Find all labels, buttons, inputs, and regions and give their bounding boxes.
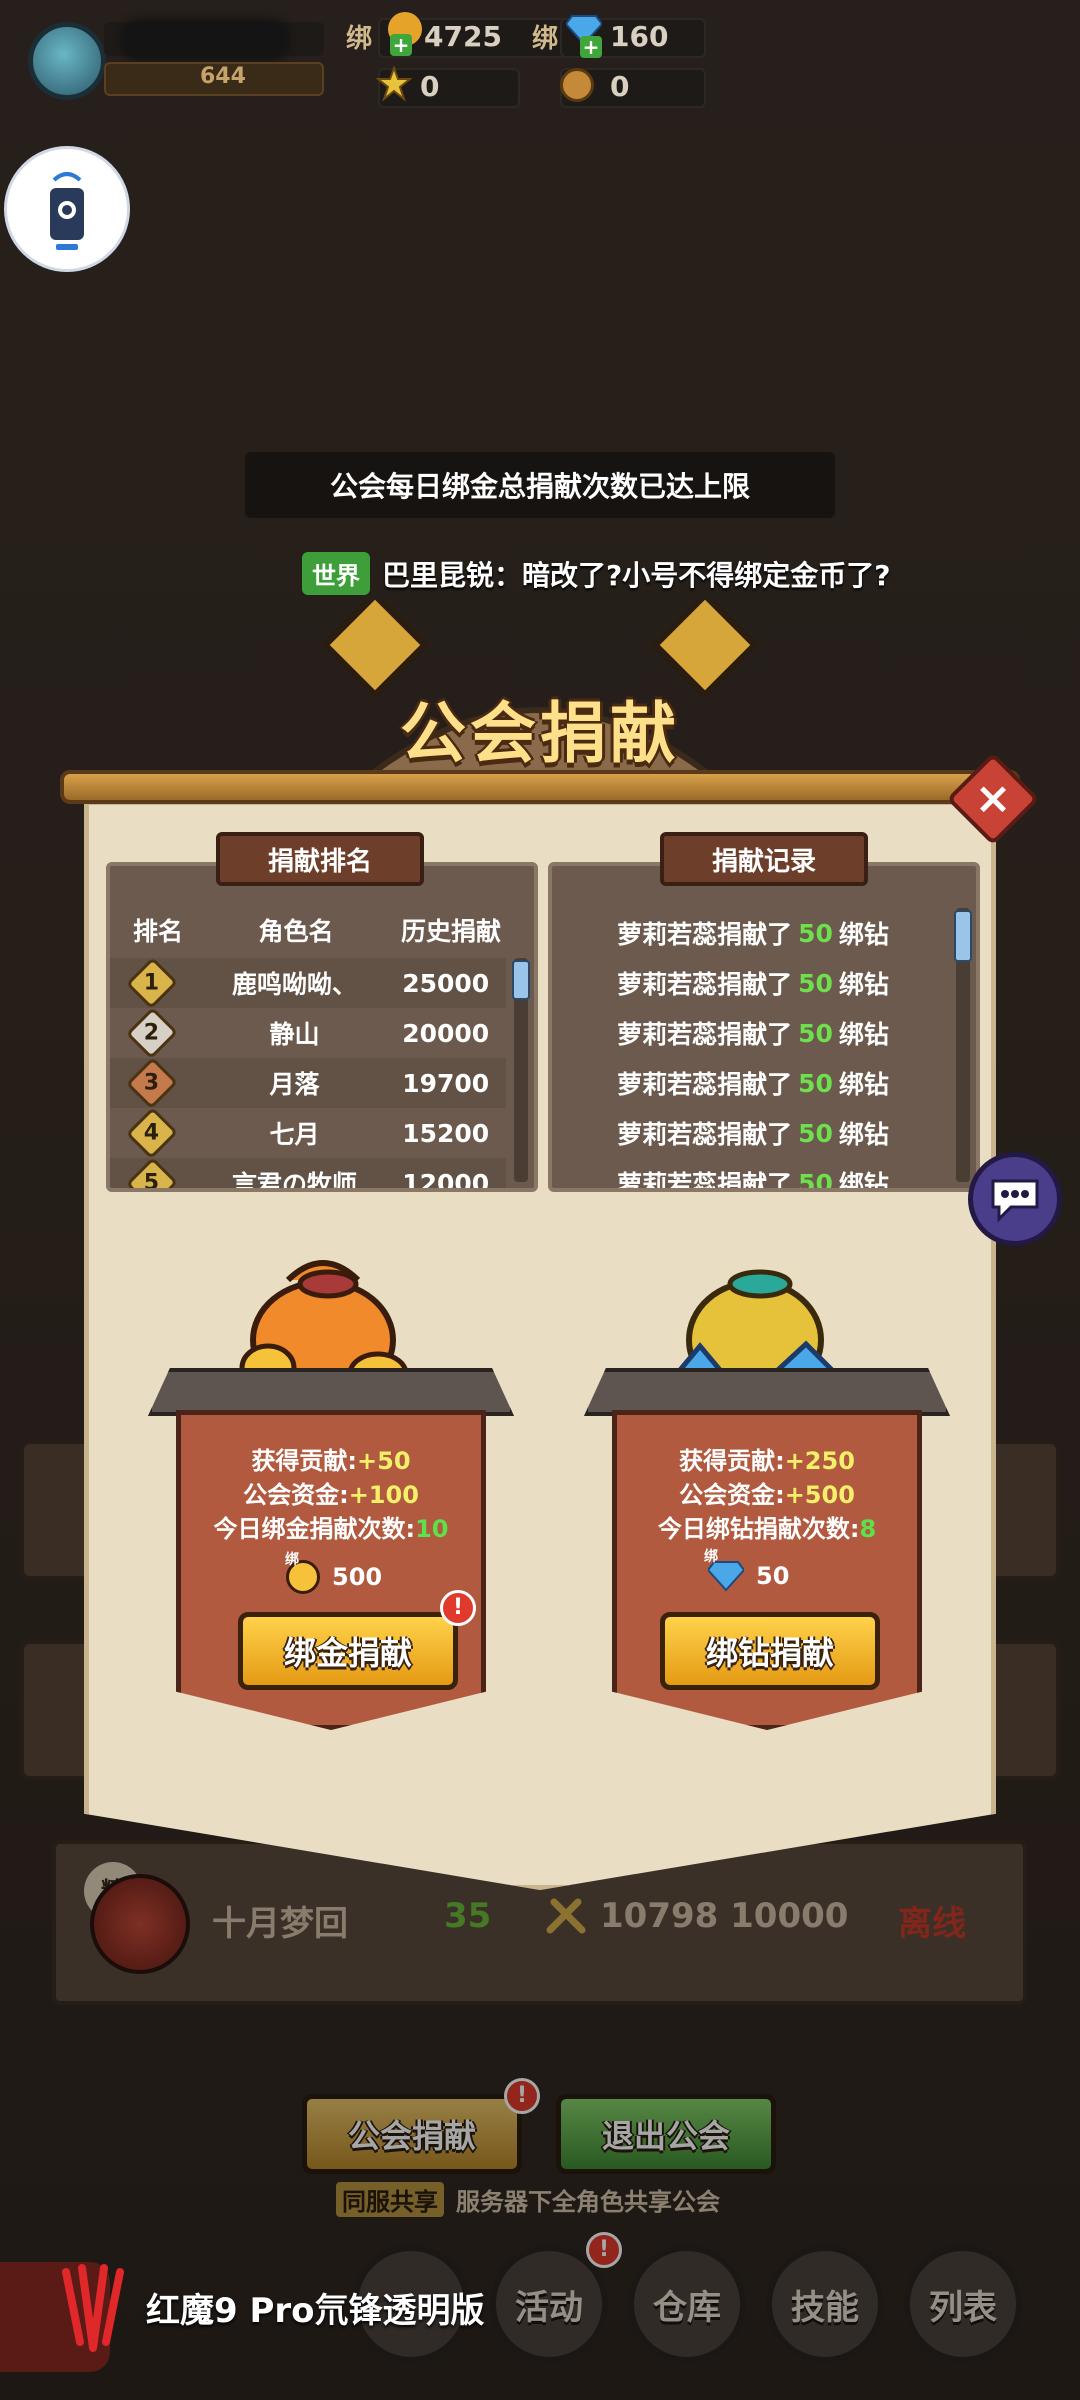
gold-cost-value: 500 bbox=[332, 1563, 383, 1591]
rank-badge: 2 bbox=[125, 1006, 178, 1060]
star-value: 0 bbox=[420, 70, 440, 103]
player-name-redacted bbox=[120, 18, 290, 62]
rank-value: 15200 bbox=[402, 1118, 490, 1148]
rank-badge: 4 bbox=[125, 1106, 178, 1160]
rank-badge: 5 bbox=[125, 1156, 178, 1188]
ranking-scroll-thumb[interactable] bbox=[512, 960, 530, 1000]
ranking-box: 排名 角色名 历史捐献 1 鹿鸣呦呦、 25000 2 静山 20000 3 月… bbox=[106, 862, 538, 1192]
star-icon bbox=[375, 65, 413, 102]
record-row: 萝莉若蕊捐献了 50 绑钻 bbox=[617, 918, 889, 950]
ranking-row: 1 鹿鸣呦呦、 25000 bbox=[110, 956, 506, 1010]
remote-icon bbox=[50, 172, 84, 250]
col-name: 角色名 bbox=[258, 917, 334, 946]
token-icon bbox=[560, 68, 594, 102]
device-watermark: 红魔9 Pro氘锋透明版 bbox=[60, 2262, 485, 2352]
world-chat-message[interactable]: 世界 巴里昆锐：暗改了?小号不得绑定金币了? bbox=[302, 552, 891, 595]
add-diamond-button[interactable]: + bbox=[580, 36, 602, 58]
watermark-text: 红魔9 Pro氘锋透明版 bbox=[146, 2290, 485, 2331]
gold-info: 获得贡献:+50 公会资金:+100 今日绑金捐献次数:10 bbox=[213, 1447, 449, 1543]
ranking-header: 捐献排名 bbox=[216, 832, 424, 886]
chat-icon bbox=[991, 1179, 1039, 1223]
bound-diamond-value: 160 bbox=[610, 20, 669, 53]
col-rank: 排名 bbox=[132, 917, 183, 946]
diamond-stand-top bbox=[584, 1368, 950, 1416]
gold-donate-button[interactable]: 绑金捐献 bbox=[238, 1612, 458, 1690]
gold-cost: 绑 500 bbox=[285, 1552, 383, 1594]
record-row: 萝莉若蕊捐献了 50 绑钻 bbox=[617, 1018, 889, 1050]
diamond-cost: 绑 50 bbox=[704, 1549, 790, 1592]
world-chat-tag: 世界 bbox=[302, 552, 370, 595]
rank-value: 25000 bbox=[402, 968, 490, 998]
limit-toast: 公会每日绑金总捐献次数已达上限 bbox=[245, 452, 835, 518]
rank-name: 月落 bbox=[269, 1070, 320, 1099]
close-icon: × bbox=[974, 773, 1012, 824]
gold-stand-top bbox=[148, 1368, 514, 1416]
ranking-row: 3 月落 19700 bbox=[110, 1056, 506, 1110]
ranking-row: 5 言君の牧师 12000 bbox=[110, 1156, 506, 1192]
panel-top-rod bbox=[60, 770, 1020, 804]
diamond-icon: 绑 bbox=[704, 1549, 746, 1592]
rank-name: 七月 bbox=[269, 1120, 320, 1149]
ranking-columns: 排名 角色名 历史捐献 bbox=[110, 912, 534, 956]
rank-value: 19700 bbox=[402, 1068, 490, 1098]
records-list[interactable]: 萝莉若蕊捐献了 50 绑钻 萝莉若蕊捐献了 50 绑钻 萝莉若蕊捐献了 50 绑钻 萝莉若蕊… bbox=[552, 908, 976, 1189]
rank-name: 言君の牧师 bbox=[232, 1170, 358, 1192]
bound-diamond-label: 绑 bbox=[532, 24, 559, 54]
rank-name: 鹿鸣呦呦、 bbox=[232, 970, 358, 999]
records-scroll-thumb[interactable] bbox=[954, 910, 972, 962]
panel-title: 公会捐献 bbox=[400, 695, 680, 772]
diamond-donate-button[interactable]: 绑钻捐献 bbox=[660, 1612, 880, 1690]
ranking-row: 4 七月 15200 bbox=[110, 1106, 506, 1160]
bound-gold-value: 4725 bbox=[424, 20, 502, 53]
bound-gold-label: 绑 bbox=[346, 24, 373, 54]
record-row: 萝莉若蕊捐献了 50 绑钻 bbox=[617, 1118, 889, 1150]
rank-badge: 3 bbox=[125, 1056, 178, 1110]
record-row: 萝莉若蕊捐献了 50 绑钻 bbox=[617, 968, 889, 1000]
ranking-row: 2 静山 20000 bbox=[110, 1006, 506, 1060]
diamond-cost-value: 50 bbox=[756, 1562, 790, 1590]
record-row: 萝莉若蕊捐献了 50 绑钻 bbox=[617, 1068, 889, 1100]
records-box: 萝莉若蕊捐献了 50 绑钻 萝莉若蕊捐献了 50 绑钻 萝莉若蕊捐献了 50 绑钻 萝莉若蕊… bbox=[548, 862, 980, 1192]
player-level: 644 bbox=[200, 64, 246, 89]
diamond-info: 获得贡献:+250 公会资金:+500 今日绑钻捐献次数:8 bbox=[657, 1447, 877, 1543]
rank-name: 静山 bbox=[269, 1020, 320, 1049]
remote-control-button[interactable] bbox=[4, 146, 130, 272]
gold-coin-icon: 绑 bbox=[285, 1552, 320, 1594]
rank-value: 12000 bbox=[402, 1168, 490, 1192]
rank-value: 20000 bbox=[402, 1018, 490, 1048]
red-magic-logo-icon bbox=[62, 2264, 124, 2352]
records-header: 捐献记录 bbox=[660, 832, 868, 886]
record-row: 萝莉若蕊捐献了 50 绑钻 bbox=[617, 1168, 889, 1192]
gold-donate-alert-badge: ! bbox=[440, 1590, 476, 1626]
token-value: 0 bbox=[610, 70, 630, 103]
world-chat-text: 巴里昆锐：暗改了?小号不得绑定金币了? bbox=[382, 558, 891, 592]
rank-badge: 1 bbox=[125, 956, 178, 1010]
chat-button[interactable] bbox=[968, 1152, 1062, 1246]
ranking-list[interactable]: 1 鹿鸣呦呦、 25000 2 静山 20000 3 月落 19700 4 七月… bbox=[110, 956, 534, 1188]
add-gold-button[interactable]: + bbox=[390, 34, 412, 56]
player-avatar[interactable] bbox=[28, 22, 106, 100]
col-history: 历史捐献 bbox=[400, 917, 501, 946]
